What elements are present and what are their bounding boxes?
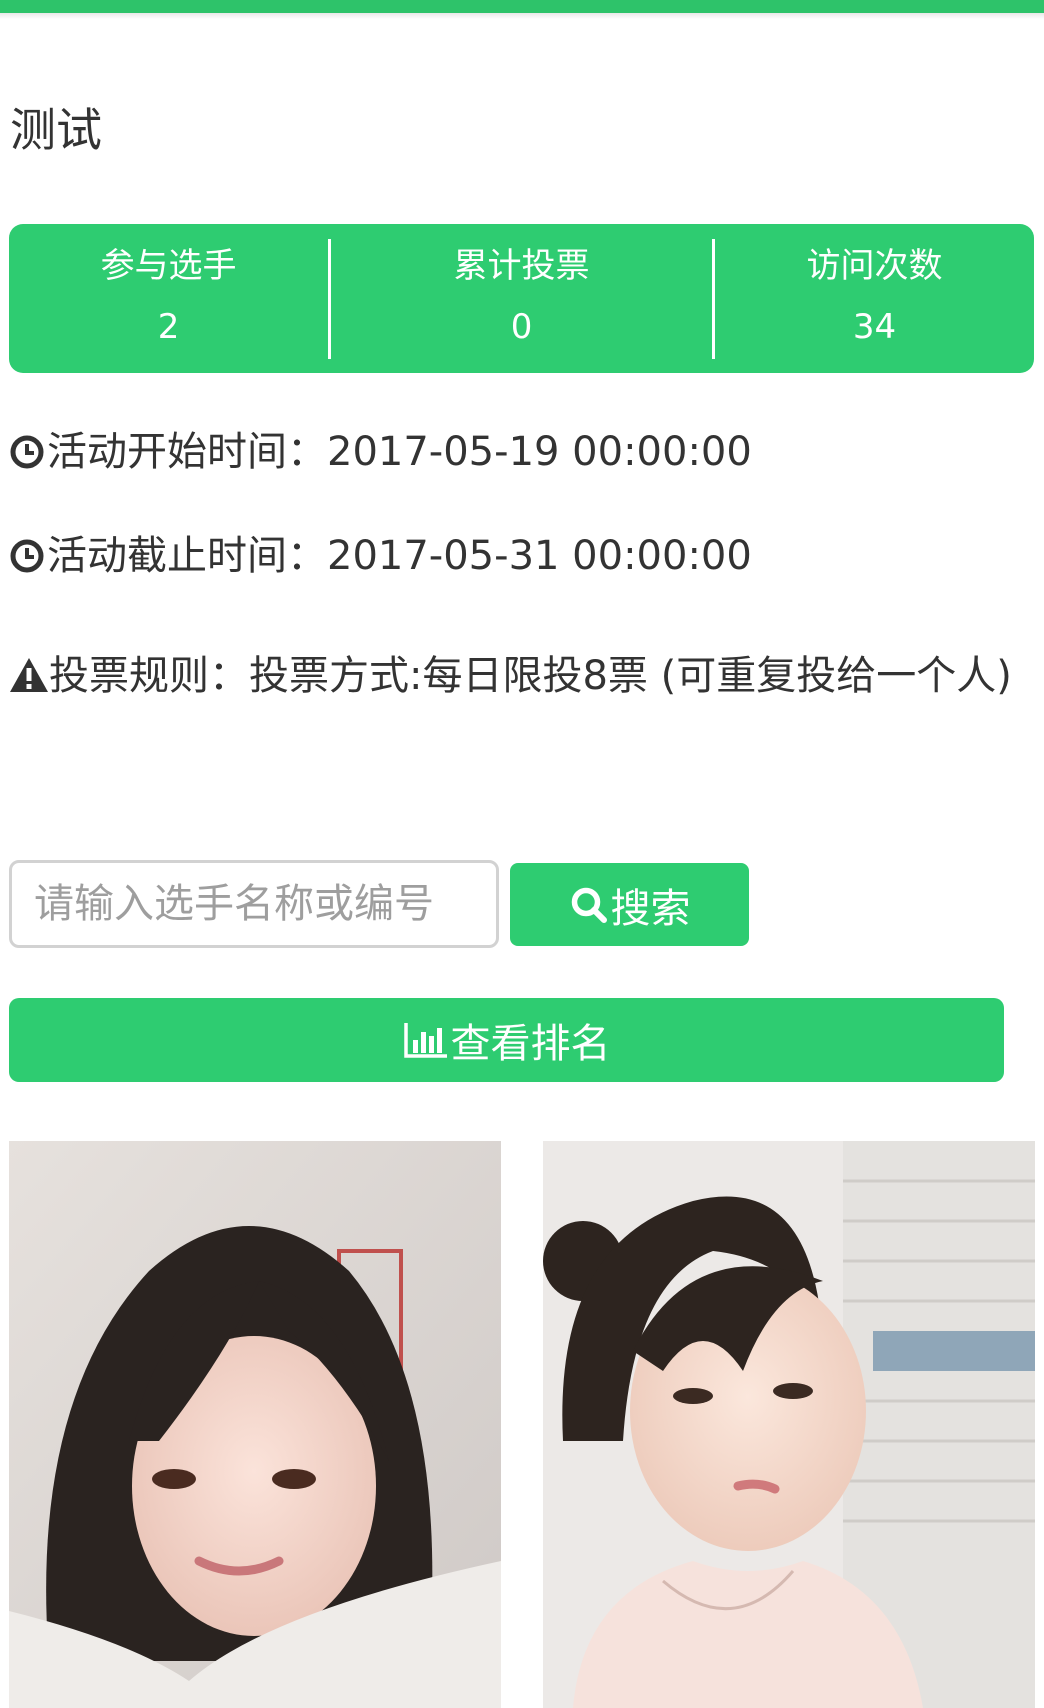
stats-panel: 参与选手 2 累计投票 0 访问次数 34	[9, 224, 1034, 373]
stat-value: 0	[510, 306, 533, 347]
vote-rule-label: 投票规则：	[49, 653, 249, 699]
stat-label: 参与选手	[100, 245, 237, 286]
start-time-line: 活动开始时间： 2017-05-19 00:00:00	[9, 422, 752, 482]
search-input[interactable]	[9, 860, 499, 948]
start-time-value: 2017-05-19 00:00:00	[327, 429, 752, 475]
top-accent-bar	[0, 0, 1044, 13]
contestant-photo-1	[9, 1141, 501, 1708]
end-time-line: 活动截止时间： 2017-05-31 00:00:00	[9, 526, 752, 586]
search-button-label: 搜索	[610, 885, 691, 932]
clock-icon	[10, 539, 44, 573]
vote-rule: 投票规则：投票方式:每日限投8票 (可重复投给一个人)	[9, 624, 1019, 728]
vote-rule-value: 投票方式:每日限投8票 (可重复投给一个人)	[249, 653, 1012, 699]
stat-visits: 访问次数 34	[715, 239, 1034, 359]
contestant-card-2[interactable]	[543, 1141, 1035, 1708]
contestant-card-1[interactable]	[9, 1141, 501, 1708]
search-icon	[571, 887, 607, 923]
stat-total-votes: 累计投票 0	[331, 239, 712, 359]
search-button[interactable]: 搜索	[510, 863, 749, 946]
contestant-photo-2	[543, 1141, 1035, 1708]
page-title: 测试	[10, 103, 102, 157]
stat-participants: 参与选手 2	[9, 239, 328, 359]
start-time-label: 活动开始时间：	[47, 429, 327, 475]
end-time-value: 2017-05-31 00:00:00	[327, 533, 752, 579]
clock-icon	[10, 435, 44, 469]
bar-chart-icon	[403, 1023, 447, 1058]
stat-label: 访问次数	[806, 245, 943, 286]
stat-label: 累计投票	[453, 245, 590, 286]
end-time-label: 活动截止时间：	[47, 533, 327, 579]
view-ranking-label: 查看排名	[450, 1021, 611, 1067]
header-shadow	[0, 13, 1044, 19]
view-ranking-button[interactable]: 查看排名	[9, 998, 1004, 1082]
stat-value: 34	[852, 306, 897, 347]
stat-value: 2	[157, 306, 180, 347]
warning-icon	[10, 658, 48, 692]
